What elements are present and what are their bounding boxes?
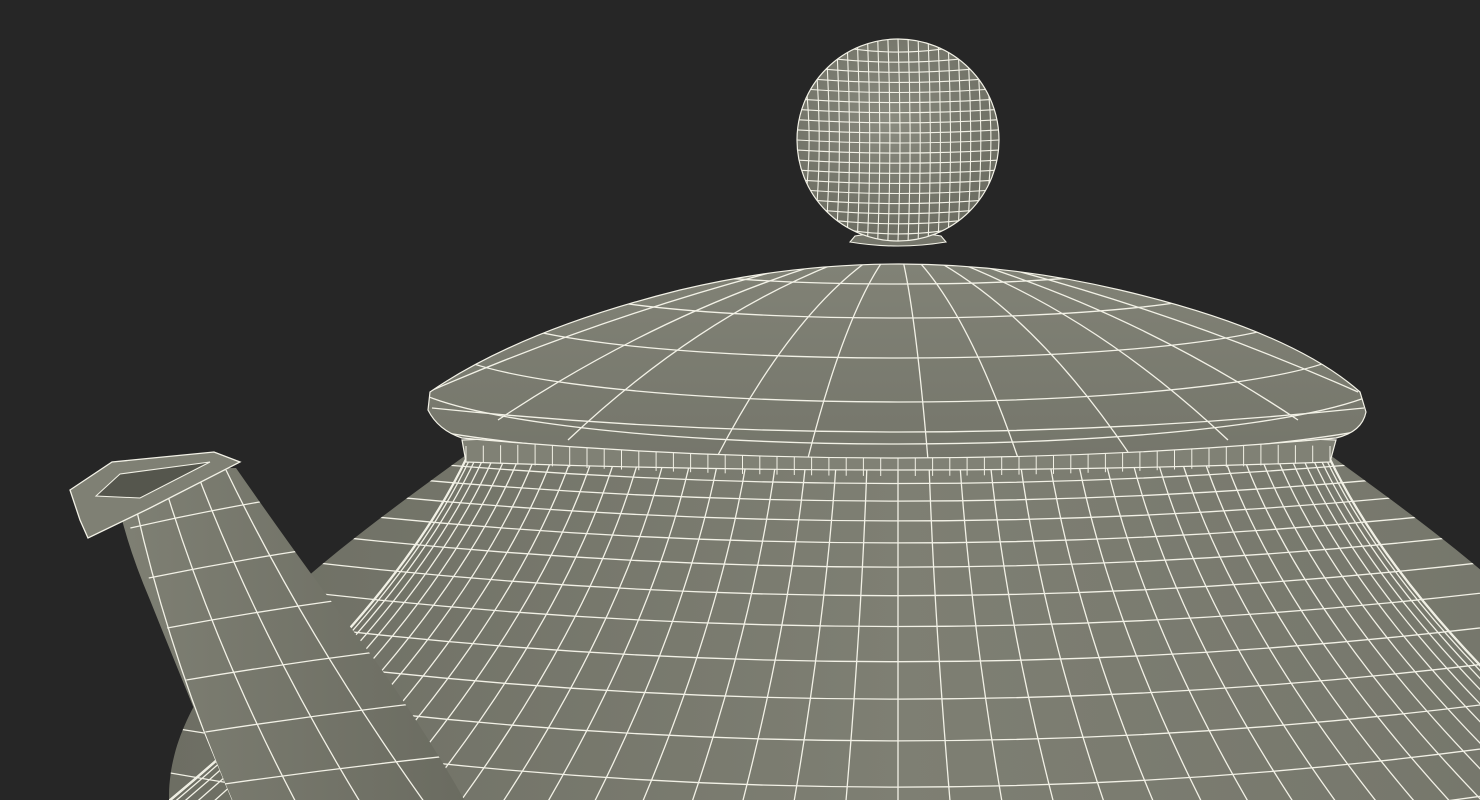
teapot-lid-knob: [796, 38, 1000, 247]
teapot-render: [69, 38, 1480, 800]
render-viewport: [0, 0, 1480, 800]
teapot-lid: [427, 263, 1367, 459]
